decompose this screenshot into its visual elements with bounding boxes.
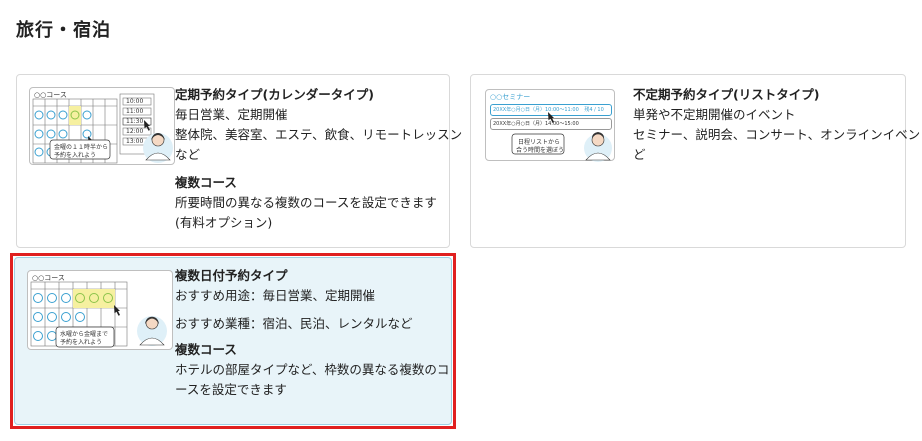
page-title: 旅行・宿泊 bbox=[16, 20, 111, 41]
card-line: (有料オプション) bbox=[175, 215, 273, 230]
card-line: など bbox=[175, 147, 201, 162]
calendar-type-illustration: ○○コース 10:00 11:00 11:30 12:00 13:00 金曜の１… bbox=[29, 87, 175, 165]
card-line: 毎日営業、定期開催 bbox=[175, 107, 288, 122]
selection-highlight bbox=[10, 253, 456, 429]
speech-bubble-line: 予約を入れよう bbox=[54, 152, 97, 159]
time-slot: 11:30 bbox=[126, 118, 144, 125]
booking-type-card-calendar[interactable]: ○○コース 10:00 11:00 11:30 12:00 13:00 金曜の１… bbox=[16, 74, 462, 248]
speech-bubble-line: 合う時間を選ぼう bbox=[516, 147, 565, 154]
list-type-illustration: ○○セミナー 20XX年○月○日（月）10:00〜11:00 残4 / 10 2… bbox=[485, 89, 615, 162]
time-slot: 10:00 bbox=[126, 98, 144, 105]
card-line: セミナー、説明会、コンサート、オンラインイベントな bbox=[633, 127, 922, 142]
card-title: 不定期予約タイプ(リストタイプ) bbox=[633, 87, 820, 102]
card-line: ど bbox=[633, 147, 646, 162]
card-line: 所要時間の異なる複数のコースを設定できます bbox=[175, 195, 437, 210]
card-line: 整体院、美容室、エステ、飲食、リモートレッスン bbox=[175, 127, 463, 142]
calendar-grid-icon bbox=[32, 93, 173, 164]
card-title: 定期予約タイプ(カレンダータイプ) bbox=[175, 87, 374, 102]
card-subtitle: 複数コース bbox=[175, 175, 237, 190]
time-slot: 13:00 bbox=[126, 138, 144, 145]
time-slot: 12:00 bbox=[126, 128, 144, 135]
booking-type-card-list[interactable]: ○○セミナー 20XX年○月○日（月）10:00〜11:00 残4 / 10 2… bbox=[470, 74, 922, 248]
card-line: 単発や不定期開催のイベント bbox=[633, 107, 796, 122]
time-slot: 11:00 bbox=[126, 108, 144, 115]
